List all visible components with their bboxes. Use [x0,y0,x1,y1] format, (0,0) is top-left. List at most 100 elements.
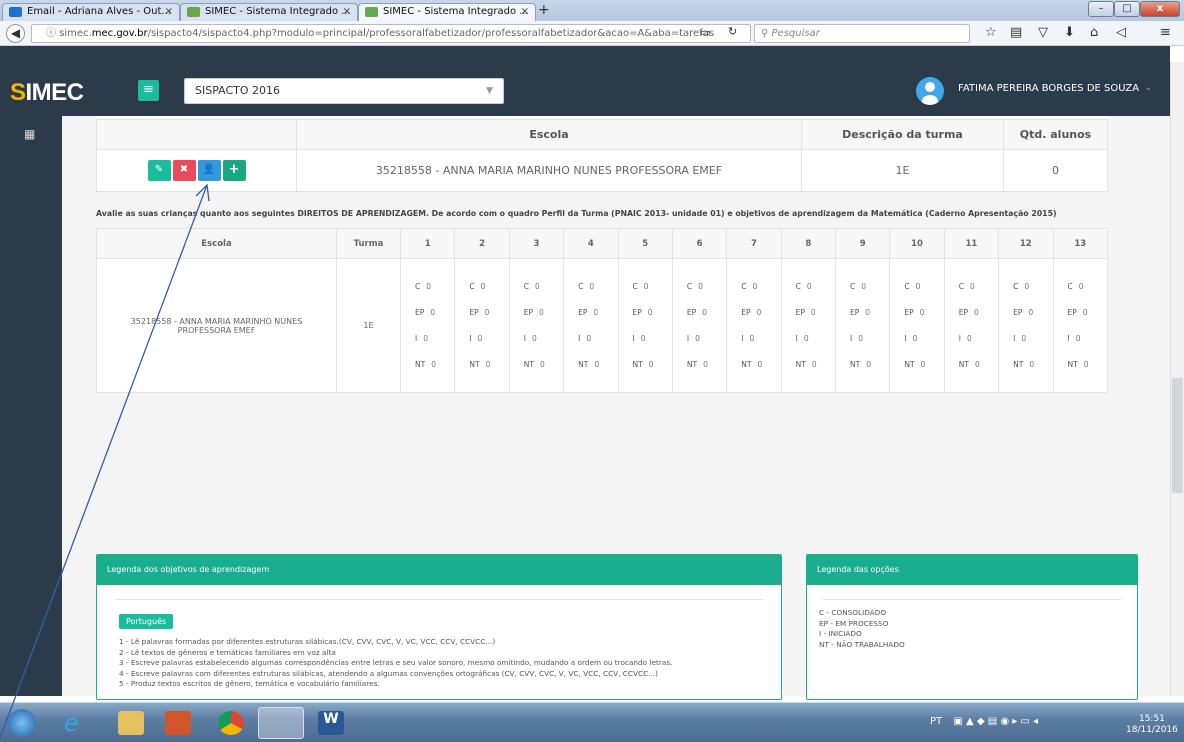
criteria-entry[interactable]: EP 0 [836,300,889,326]
window-close-button[interactable]: x [1140,1,1180,17]
table-header-item: 6 [671,228,728,259]
minimize-button[interactable]: – [1088,1,1114,17]
table-row: ✎ ✖ 👤 + 35218558 - ANNA MARIA MARINHO NUNES… [96,149,1108,192]
criteria-entry[interactable]: I0 [564,326,617,352]
tab-email[interactable]: Email - Adriana Alves - Out... × [2,3,180,21]
word-icon[interactable]: W [318,711,344,735]
criteria-value: 0 [430,307,436,317]
tab-simec-1[interactable]: SIMEC - Sistema Integrado ... × [180,3,358,21]
criteria-entry[interactable]: C0 [564,274,617,300]
close-icon[interactable]: × [165,4,173,20]
criteria-entry[interactable]: C0 [836,274,889,300]
reader-view-icon[interactable]: ▭ [700,26,710,39]
bookmark-star-icon[interactable]: ☆ [985,25,997,40]
file-explorer-icon[interactable] [118,711,144,735]
criteria-entry[interactable]: C0 [999,274,1052,300]
criteria-entry[interactable]: EP 0 [564,300,617,326]
criteria-entry[interactable]: EP 0 [727,300,780,326]
criteria-entry[interactable]: EP 0 [455,300,508,326]
criteria-entry[interactable]: NT 0 [1054,352,1108,378]
reload-icon[interactable]: ↻ [728,25,737,38]
tab-simec-2[interactable]: SIMEC - Sistema Integrado ... × [358,3,536,21]
criteria-entry[interactable]: I0 [727,326,780,352]
criteria-entry[interactable]: C0 [455,274,508,300]
criteria-entry[interactable]: I0 [401,326,454,352]
add-button[interactable]: + [222,160,246,181]
criteria-entry[interactable]: C0 [890,274,943,300]
scrollbar-thumb[interactable] [1172,378,1183,493]
maximize-button[interactable]: □ [1114,1,1140,17]
search-input[interactable]: ⚲ Pesquisar [754,24,970,43]
criteria-entry[interactable]: I0 [890,326,943,352]
internet-explorer-icon[interactable]: e [64,711,90,735]
criteria-entry[interactable]: C0 [727,274,780,300]
criteria-entry[interactable]: NT 0 [673,352,726,378]
criteria-entry[interactable]: NT 0 [455,352,508,378]
criteria-entry[interactable]: EP 0 [510,300,563,326]
criteria-entry[interactable]: EP 0 [619,300,672,326]
criteria-entry[interactable]: I0 [945,326,998,352]
students-button[interactable]: 👤 [197,160,221,181]
criteria-entry[interactable]: I0 [510,326,563,352]
criteria-entry[interactable]: I0 [1054,326,1108,352]
criteria-entry[interactable]: EP 0 [1054,300,1108,326]
close-icon[interactable]: × [343,4,351,20]
criteria-entry[interactable]: I0 [619,326,672,352]
menu-toggle-button[interactable]: ≡ [138,80,159,101]
criteria-entry[interactable]: EP 0 [945,300,998,326]
criteria-entry[interactable]: NT 0 [727,352,780,378]
new-tab-button[interactable]: + [538,2,550,18]
criteria-entry[interactable]: EP 0 [890,300,943,326]
start-button[interactable] [8,709,36,737]
language-indicator[interactable]: PT [930,716,942,727]
delete-button[interactable]: ✖ [172,160,196,181]
criteria-entry[interactable]: NT 0 [890,352,943,378]
chrome-icon[interactable] [218,711,244,735]
criteria-entry[interactable]: EP 0 [401,300,454,326]
criteria-entry[interactable]: C0 [782,274,835,300]
criteria-entry[interactable]: NT 0 [999,352,1052,378]
share-icon[interactable]: ◁ [1116,25,1126,40]
criteria-entry[interactable]: NT 0 [782,352,835,378]
criteria-entry[interactable]: I0 [999,326,1052,352]
criteria-entry[interactable]: NT 0 [945,352,998,378]
criteria-entry[interactable]: NT 0 [564,352,617,378]
firefox-taskbar-button[interactable] [258,707,304,739]
pocket-icon[interactable]: ▽ [1038,25,1048,40]
tray-icons[interactable]: ▣ ▲ ◆ ▤ ◉ ▸ ▭ ◂ [953,716,1038,727]
outlook-taskbar-icon[interactable] [165,711,191,735]
criteria-entry[interactable]: C0 [510,274,563,300]
criteria-entry[interactable]: C0 [401,274,454,300]
close-icon[interactable]: × [521,4,529,20]
criteria-entry[interactable]: EP 0 [673,300,726,326]
sidebar: ▦ [0,116,62,696]
criteria-entry[interactable]: I0 [836,326,889,352]
edit-button[interactable]: ✎ [147,160,171,181]
criteria-entry[interactable]: I0 [455,326,508,352]
hamburger-menu-icon[interactable]: ≡ [1160,25,1171,40]
criteria-entry[interactable]: NT 0 [401,352,454,378]
criteria-entry[interactable]: C0 [1054,274,1108,300]
criteria-entry[interactable]: C0 [945,274,998,300]
program-select[interactable]: SISPACTO 2016 ▼ [184,78,504,104]
criteria-entry[interactable]: NT 0 [836,352,889,378]
criteria-entry[interactable]: EP 0 [999,300,1052,326]
criteria-entry[interactable]: I0 [673,326,726,352]
simec-logo[interactable]: SIMEC [10,79,84,107]
grid-icon[interactable]: ▦ [24,128,36,140]
criteria-entry[interactable]: NT 0 [510,352,563,378]
clock[interactable]: 15:51 18/11/2016 [1126,714,1178,736]
user-avatar[interactable] [916,77,944,105]
url-field[interactable]: ⓘ simec.mec.gov.br/sispacto4/sispacto4.p… [31,24,751,43]
criteria-entry[interactable]: NT 0 [619,352,672,378]
criteria-entry[interactable]: EP 0 [782,300,835,326]
user-name[interactable]: FATIMA PEREIRA BORGES DE SOUZA [958,83,1139,94]
chevron-down-icon[interactable]: ⌄ [1145,83,1152,92]
back-button[interactable]: ◀ [6,24,25,43]
criteria-entry[interactable]: C0 [673,274,726,300]
home-icon[interactable]: ⌂ [1090,25,1098,40]
bookmarks-list-icon[interactable]: ▤ [1010,25,1022,40]
download-icon[interactable]: ⬇ [1064,25,1075,40]
criteria-entry[interactable]: C0 [619,274,672,300]
criteria-entry[interactable]: I0 [782,326,835,352]
